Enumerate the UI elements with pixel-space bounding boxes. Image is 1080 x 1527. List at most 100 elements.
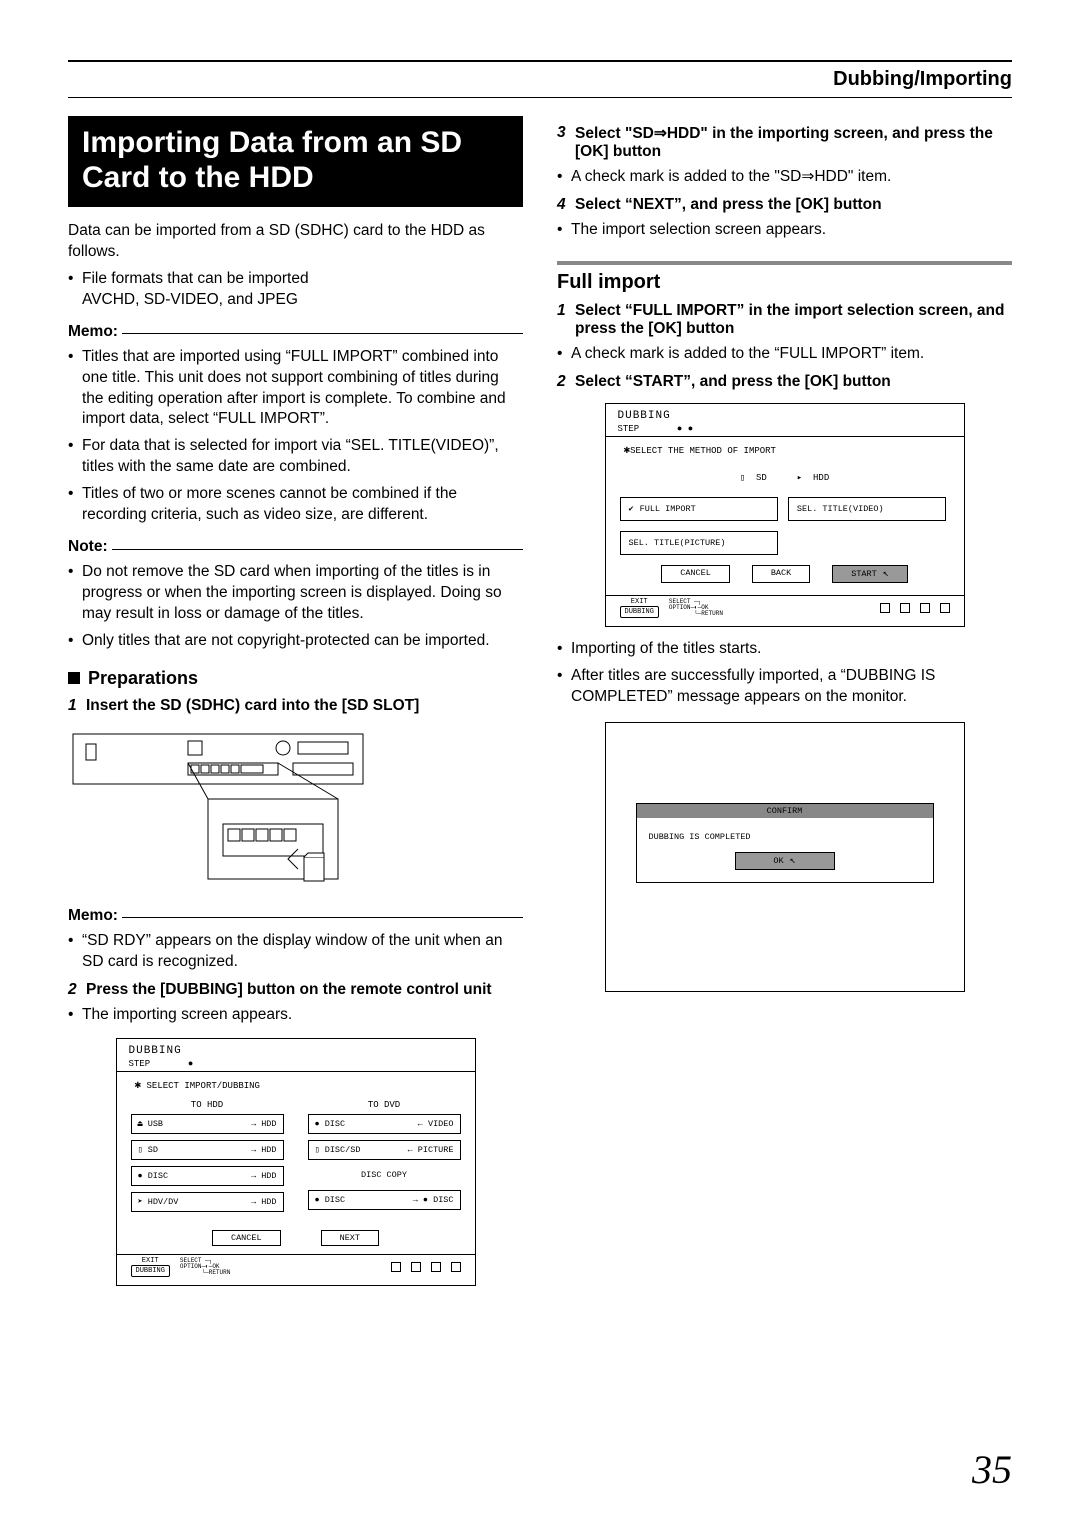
- full-step-2: 2Select “START”, and press the [OK] butt…: [557, 373, 1012, 391]
- cancel-button[interactable]: CANCEL: [212, 1230, 281, 1246]
- ok-button[interactable]: OK↖: [735, 852, 835, 870]
- memo-item: Titles that are imported using “FULL IMP…: [68, 347, 523, 431]
- left-column: Importing Data from an SD Card to the HD…: [68, 116, 523, 1298]
- option-sel-title-video[interactable]: SEL. TITLE(VIDEO): [788, 497, 946, 521]
- preparations-label: Preparations: [88, 668, 198, 688]
- note-item: Do not remove the SD card when importing…: [68, 562, 523, 625]
- option-disc-hdd[interactable]: ● DISC→ HDD: [131, 1166, 284, 1186]
- start-button[interactable]: START↖: [832, 565, 908, 583]
- screen-instruction: ✱SELECT THE METHOD OF IMPORT: [606, 439, 964, 461]
- option-full-import[interactable]: ✔FULL IMPORT: [620, 497, 778, 521]
- memo-label: Memo:: [68, 323, 118, 341]
- page: Dubbing/Importing Importing Data from an…: [0, 0, 1080, 1527]
- option-sel-title-picture[interactable]: SEL. TITLE(PICTURE): [620, 531, 778, 555]
- full-step-1: 1Select “FULL IMPORT” in the import sele…: [557, 302, 1012, 338]
- top-rule: [68, 60, 1012, 62]
- step-3-text: Select "SD⇒HDD" in the importing screen,…: [575, 124, 1012, 161]
- cancel-button[interactable]: CANCEL: [661, 565, 730, 583]
- placeholder-icon: [900, 603, 910, 613]
- after-text-1: Importing of the titles starts.: [557, 639, 1012, 660]
- note-item: Only titles that are not copyright-prote…: [68, 631, 523, 652]
- step-3: 3Select "SD⇒HDD" in the importing screen…: [557, 124, 1012, 161]
- placeholder-icon: [411, 1262, 421, 1272]
- next-button[interactable]: NEXT: [321, 1230, 379, 1246]
- memo-heading: Memo:: [68, 323, 523, 341]
- step-4-text: Select “NEXT”, and press the [OK] button: [575, 196, 1012, 214]
- columns: Importing Data from an SD Card to the HD…: [68, 116, 1012, 1298]
- full-step-1-text: Select “FULL IMPORT” in the import selec…: [575, 302, 1012, 338]
- memo-item: Titles of two or more scenes cannot be c…: [68, 484, 523, 526]
- placeholder-icon: [920, 603, 930, 613]
- col-header-to-dvd: TO DVD: [308, 1096, 461, 1114]
- method-path: ▯ SD ▸ HDD: [620, 463, 950, 497]
- col-header-to-hdd: TO HDD: [131, 1096, 284, 1114]
- square-bullet-icon: [68, 672, 80, 684]
- step-2-result: The importing screen appears.: [68, 1005, 523, 1026]
- memo-rule: [122, 917, 523, 918]
- dubbing-screen-1: DUBBING STEP ● ✱ SELECT IMPORT/DUBBING T…: [116, 1038, 476, 1286]
- option-discsd-picture[interactable]: ▯ DISC/SD← PICTURE: [308, 1140, 461, 1160]
- exit-label: EXIT: [131, 1257, 170, 1265]
- full-import-heading: Full import: [557, 261, 1012, 294]
- screen-options: TO HDD ⏏ USB→ HDD ▯ SD→ HDD ● DISC→ HDD …: [117, 1096, 475, 1224]
- screen-button-row: CANCEL NEXT: [117, 1224, 475, 1252]
- placeholder-icon: [880, 603, 890, 613]
- page-number: 35: [972, 1446, 1012, 1493]
- screen-footer: EXIT DUBBING SELECT ─┐ OPTION─◐─OK └─RET…: [117, 1257, 475, 1285]
- screen-step: STEP ● ●: [606, 424, 964, 434]
- note-label: Note:: [68, 538, 108, 556]
- formats-line1: File formats that can be imported: [68, 269, 523, 290]
- option-disc-video[interactable]: ● DISC← VIDEO: [308, 1114, 461, 1134]
- step-4: 4Select “NEXT”, and press the [OK] butto…: [557, 196, 1012, 214]
- preparations-heading: Preparations: [68, 668, 523, 689]
- right-column: 3Select "SD⇒HDD" in the importing screen…: [557, 116, 1012, 1298]
- full-step-2-text: Select “START”, and press the [OK] butto…: [575, 373, 1012, 391]
- full-step-1-result: A check mark is added to the “FULL IMPOR…: [557, 344, 1012, 365]
- step-1: 1Insert the SD (SDHC) card into the [SD …: [68, 697, 523, 715]
- option-hdv-hdd[interactable]: ➤ HDV/DV→ HDD: [131, 1192, 284, 1212]
- intro-text: Data can be imported from a SD (SDHC) ca…: [68, 221, 523, 263]
- screen-title: DUBBING: [606, 404, 964, 424]
- screen-button-row: CANCEL BACK START↖: [620, 555, 950, 589]
- header: Dubbing/Importing: [68, 68, 1012, 97]
- title-box: Importing Data from an SD Card to the HD…: [68, 116, 523, 207]
- placeholder-icon: [451, 1262, 461, 1272]
- confirm-heading: CONFIRM: [637, 804, 933, 818]
- note-heading: Note:: [68, 538, 523, 556]
- option-disc-disc[interactable]: ● DISC→ ● DISC: [308, 1190, 461, 1210]
- back-button[interactable]: BACK: [752, 565, 810, 583]
- nav-hint: SELECT ─┐ OPTION─◐─OK └─RETURN: [180, 1258, 230, 1276]
- header-category: Dubbing/Importing: [833, 68, 1012, 91]
- screen-step: STEP ●: [117, 1059, 475, 1069]
- nav-hint: SELECT ─┐ OPTION─◐─OK └─RETURN: [669, 599, 723, 617]
- placeholder-icon: [431, 1262, 441, 1272]
- dubbing-pill: DUBBING: [131, 1265, 170, 1277]
- screen-instruction: ✱ SELECT IMPORT/DUBBING: [117, 1074, 475, 1096]
- step-1-text: Insert the SD (SDHC) card into the [SD S…: [86, 697, 523, 715]
- label-disc-copy: DISC COPY: [308, 1166, 461, 1184]
- confirm-screen: CONFIRM DUBBING IS COMPLETED OK↖: [605, 722, 965, 992]
- memo-heading-2: Memo:: [68, 907, 523, 925]
- step-3-result: A check mark is added to the "SD⇒HDD" it…: [557, 167, 1012, 188]
- screen-title: DUBBING: [117, 1039, 475, 1059]
- step-2-text: Press the [DUBBING] button on the remote…: [86, 981, 523, 999]
- step-4-result: The import selection screen appears.: [557, 220, 1012, 241]
- step-2: 2Press the [DUBBING] button on the remot…: [68, 981, 523, 999]
- memo-label: Memo:: [68, 907, 118, 925]
- option-usb-hdd[interactable]: ⏏ USB→ HDD: [131, 1114, 284, 1134]
- sd-slot-illustration: [68, 729, 368, 884]
- note-rule: [112, 549, 523, 550]
- screen-footer: EXIT DUBBING SELECT ─┐ OPTION─◐─OK └─RET…: [606, 598, 964, 626]
- method-ui: ▯ SD ▸ HDD ✔FULL IMPORT SEL. TITLE(VIDEO…: [606, 461, 964, 593]
- cursor-icon: ↖: [883, 568, 889, 580]
- placeholder-icon: [391, 1262, 401, 1272]
- placeholder-icon: [940, 603, 950, 613]
- formats-line2: AVCHD, SD-VIDEO, and JPEG: [68, 290, 523, 311]
- page-title: Importing Data from an SD Card to the HD…: [82, 126, 509, 195]
- confirm-message: DUBBING IS COMPLETED: [637, 826, 933, 852]
- after-text-2: After titles are successfully imported, …: [557, 666, 1012, 708]
- confirm-dialog: CONFIRM DUBBING IS COMPLETED OK↖: [636, 803, 934, 883]
- sub-rule: [68, 97, 1012, 98]
- option-sd-hdd[interactable]: ▯ SD→ HDD: [131, 1140, 284, 1160]
- dubbing-pill: DUBBING: [620, 606, 659, 618]
